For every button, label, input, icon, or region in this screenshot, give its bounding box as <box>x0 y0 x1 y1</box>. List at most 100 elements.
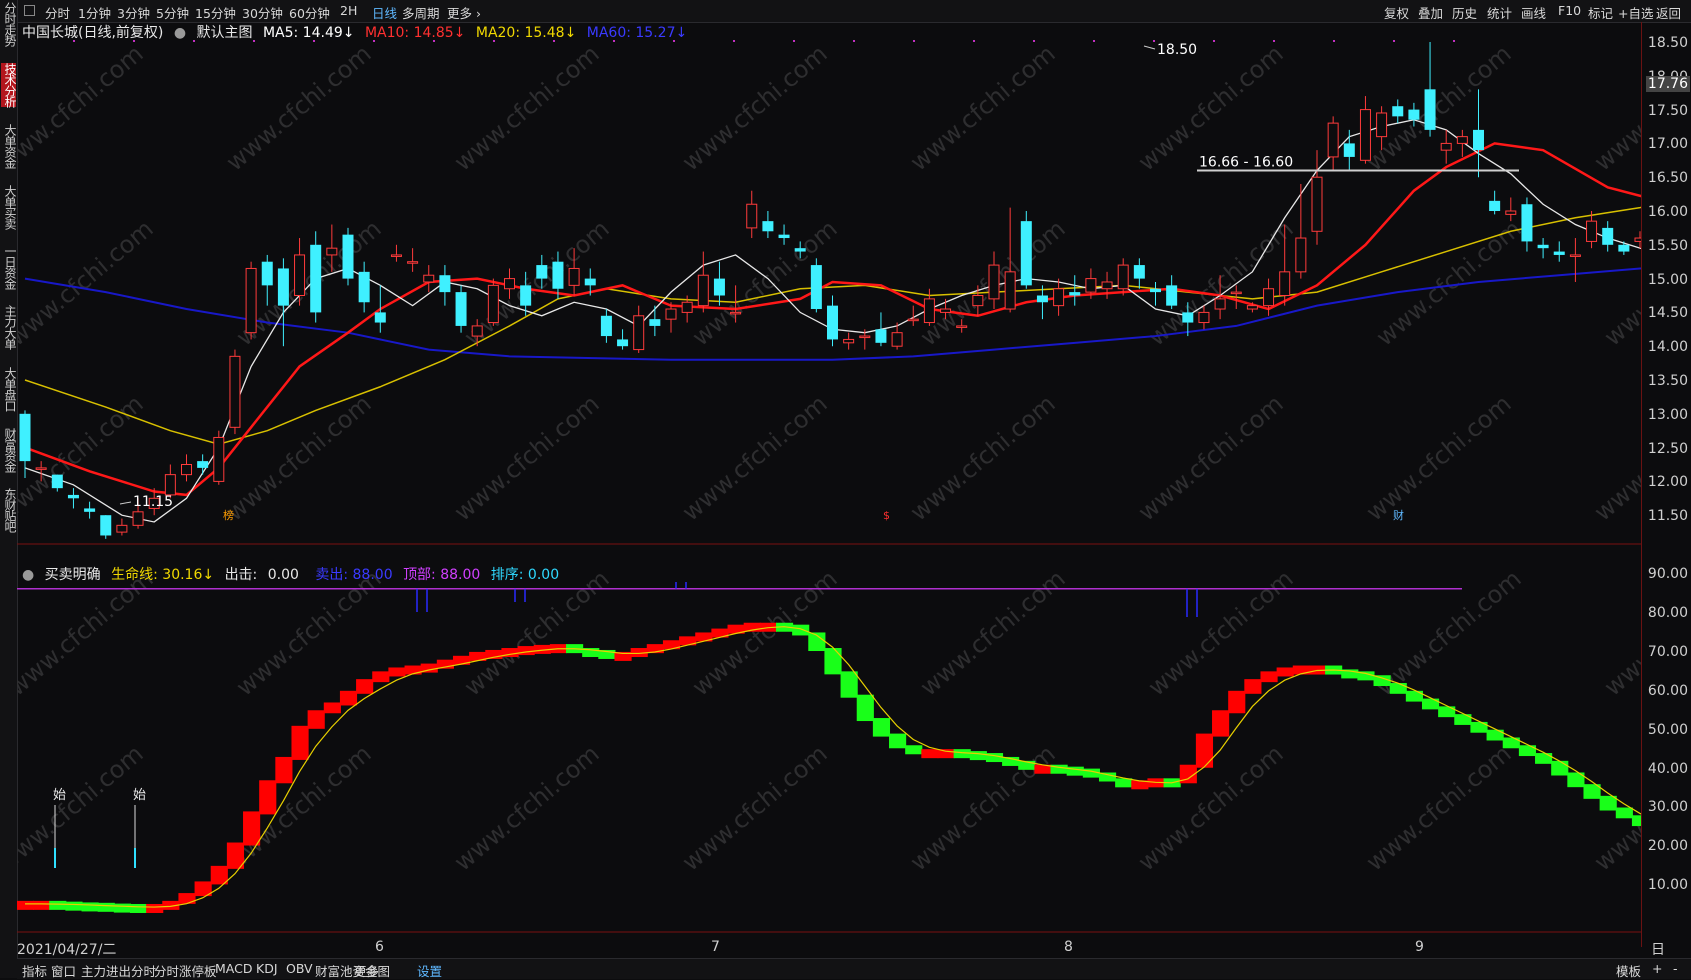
osc-tick: 30.00 <box>1647 799 1688 816</box>
event-dot <box>793 40 795 42</box>
osc-bar <box>1615 807 1633 819</box>
date-start: 2021/04/27/二 <box>17 942 117 958</box>
period-tab[interactable]: 更多 › <box>447 3 481 22</box>
candle-body <box>713 278 725 296</box>
osc-bar <box>1599 795 1617 811</box>
osc-bar <box>323 702 341 714</box>
osc-bar <box>937 749 955 759</box>
candle-body <box>1553 251 1565 255</box>
osc-bar <box>81 902 99 912</box>
sell-label: 卖出: 88.00 <box>315 567 393 583</box>
period-tab[interactable]: 2H <box>340 3 357 18</box>
toolbar-button[interactable]: 复权 <box>1384 3 1409 22</box>
stock-title[interactable]: 中国长城(日线,前复权) <box>22 25 163 41</box>
candle-body <box>1456 136 1468 144</box>
period-tab[interactable]: 15分钟 <box>195 3 236 22</box>
osc-bar <box>1389 683 1407 694</box>
candle-body <box>1440 142 1452 151</box>
side-tab[interactable]: 财富资金 <box>1 428 17 472</box>
dot-icon: ● <box>173 25 187 41</box>
candle-body <box>1569 254 1581 257</box>
toolbar-button[interactable]: 历史 <box>1452 3 1477 22</box>
price-tick: 16.00 <box>1647 204 1688 220</box>
osc-bar <box>1631 815 1641 827</box>
period-tab[interactable]: 60分钟 <box>289 3 330 22</box>
watermark-text: www.cfchi.com <box>221 739 377 876</box>
rank-label: 排序: 0.00 <box>490 567 560 583</box>
toolbar-button[interactable]: F10 <box>1558 3 1581 18</box>
template-button[interactable]: 模板 <box>1616 961 1641 980</box>
period-tab[interactable]: 日线 <box>372 3 397 22</box>
toolbar-button[interactable]: 标记 <box>1588 3 1613 22</box>
window-icon[interactable] <box>24 5 35 16</box>
candle-body <box>859 335 871 339</box>
osc-tick: 10.00 <box>1647 877 1688 894</box>
side-tab-bar: 分时走势技术分析大单资金大单买卖一日资金主力大单大单盘口财富资金东财贴吧 <box>0 0 18 978</box>
period-tab[interactable]: 3分钟 <box>117 3 150 22</box>
period-tab[interactable]: 多周期 <box>402 3 440 22</box>
side-tab[interactable]: 大单盘口 <box>1 367 17 411</box>
toolbar-button[interactable]: 叠加 <box>1418 3 1443 22</box>
price-tick: 15.50 <box>1647 237 1688 254</box>
watermark-text: www.cfchi.com <box>459 564 615 701</box>
attack-label: 出击: 0.00 <box>224 567 299 583</box>
period-tab[interactable]: 5分钟 <box>156 3 189 22</box>
indicator-tab[interactable]: 窗口 <box>51 961 76 980</box>
candle-body <box>923 298 935 324</box>
candle-body <box>810 265 822 310</box>
toolbar-button[interactable]: 画线 <box>1521 3 1546 22</box>
date-axis: 2021/04/27/二 6 7 8 9 日线 <box>17 937 1665 978</box>
osc-tick: 90.00 <box>1647 566 1688 582</box>
main-mode[interactable]: 默认主图 <box>197 25 253 41</box>
indicator-tab[interactable]: MACD <box>215 961 252 976</box>
template-button[interactable]: - <box>1673 961 1678 976</box>
toolbar-button[interactable]: 统计 <box>1487 3 1512 22</box>
period-tab[interactable]: 30分钟 <box>242 3 283 22</box>
indicator-name[interactable]: 买卖明确 <box>45 567 101 583</box>
indicator-tab[interactable]: 指标 <box>22 961 47 980</box>
side-tab[interactable]: 大单资金 <box>1 124 17 168</box>
osc-bar <box>921 749 939 759</box>
osc-bar <box>243 811 261 846</box>
side-tab[interactable]: 一日资金 <box>1 245 17 289</box>
side-tab[interactable]: 技术分析 <box>1 63 17 107</box>
indicator-tab[interactable]: 主力进出分时 <box>81 961 156 980</box>
toolbar-button[interactable]: 返回 <box>1656 3 1681 22</box>
toolbar-button[interactable]: +自选 <box>1618 3 1653 22</box>
candle-body <box>1101 281 1113 290</box>
osc-bar <box>33 900 51 910</box>
osc-bar <box>872 718 891 737</box>
indicator-tab[interactable]: 设置 <box>417 961 442 980</box>
indicator-tab[interactable]: KDJ <box>256 961 278 976</box>
candle-body <box>1279 271 1291 296</box>
candle-body <box>681 301 693 313</box>
candle-body <box>762 221 774 232</box>
indicator-tab[interactable]: 分时涨停板 <box>154 961 217 980</box>
period-tab[interactable]: 分时 <box>45 3 70 22</box>
side-tab[interactable]: 主力大单 <box>1 305 17 349</box>
osc-bar <box>1212 710 1230 737</box>
period-tab[interactable]: 1分钟 <box>78 3 111 22</box>
life-line-label: 生命线: 30.16↓ <box>111 567 215 583</box>
indicator-tab[interactable]: 更多 <box>354 961 379 980</box>
candle-body <box>1376 112 1388 138</box>
current-price-tag: 17.76 <box>1645 76 1690 92</box>
candle-body <box>67 494 79 499</box>
watermark-text: www.cfchi.com <box>221 389 377 526</box>
osc-bar <box>969 751 987 761</box>
indicator-tab[interactable]: OBV <box>286 961 313 976</box>
chart-area[interactable]: www.cfchi.com www.cfchi.com www.cfchi.com w… <box>17 22 1641 937</box>
side-tab[interactable]: 东财贴吧 <box>1 488 17 532</box>
month-tick: 9 <box>1415 939 1424 955</box>
osc-tick: 40.00 <box>1647 760 1688 777</box>
candle-body <box>1069 292 1081 296</box>
side-tab[interactable]: 大单买卖 <box>1 185 17 229</box>
osc-tick: 50.00 <box>1647 721 1688 738</box>
side-tab[interactable]: 分时走势 <box>1 2 17 46</box>
candle-body <box>633 315 645 351</box>
template-button[interactable]: + <box>1652 961 1662 976</box>
osc-tick: 70.00 <box>1647 643 1688 660</box>
osc-tick: 80.00 <box>1647 604 1688 621</box>
candle-body <box>1182 312 1194 323</box>
candle-body <box>843 338 855 344</box>
